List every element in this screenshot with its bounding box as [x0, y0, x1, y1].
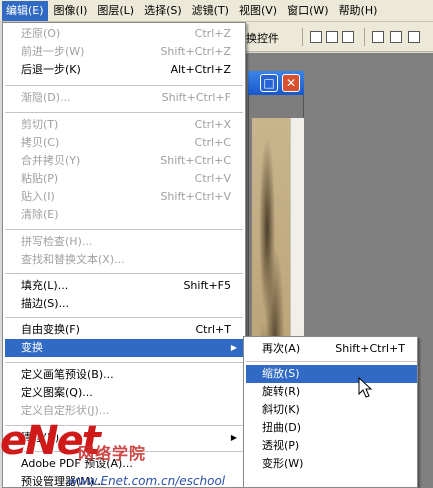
menu-item-find-replace[interactable]: 查找和替换文本(X)... [5, 251, 243, 269]
menu-item-define-brush[interactable]: 定义画笔预设(B)... [5, 366, 243, 384]
menu-separator [5, 85, 243, 86]
menu-layer[interactable]: 图层(L) [93, 1, 138, 21]
menu-filter[interactable]: 滤镜(T) [188, 1, 233, 21]
menu-item-again[interactable]: 再次(A) Shift+Ctrl+T [246, 340, 417, 358]
menu-item-rotate[interactable]: 旋转(R) [246, 383, 417, 401]
show-transform-controls-label[interactable]: 换控件 [246, 30, 279, 46]
menu-item-free-transform[interactable]: 自由变换(F) Ctrl+T [5, 321, 243, 339]
menu-item-warp[interactable]: 变形(W) [246, 455, 417, 473]
transform-submenu: 再次(A) Shift+Ctrl+T 缩放(S) 旋转(R) 斜切(K) 扭曲(D… [243, 336, 418, 488]
close-icon[interactable]: ✕ [282, 74, 300, 92]
maximize-icon[interactable]: □ [260, 74, 278, 92]
options-bar: 换控件 [240, 22, 433, 52]
align-top-icon[interactable] [310, 31, 322, 43]
menu-select[interactable]: 选择(S) [140, 1, 186, 21]
menu-item-perspective[interactable]: 透视(P) [246, 437, 417, 455]
menu-separator [5, 362, 243, 363]
submenu-arrow-icon: ▶ [230, 433, 237, 442]
menu-item-distort[interactable]: 扭曲(D) [246, 419, 417, 437]
menu-separator [246, 361, 417, 362]
menu-item-cut[interactable]: 剪切(T) Ctrl+X [5, 116, 243, 134]
menu-item-paste[interactable]: 粘贴(P) Ctrl+V [5, 170, 243, 188]
menu-item-clear[interactable]: 清除(E) [5, 206, 243, 224]
menu-item-undo[interactable]: 还原(O) Ctrl+Z [5, 25, 243, 43]
menu-item-fade[interactable]: 渐隐(D)... Shift+Ctrl+F [5, 89, 243, 107]
menu-item-define-pattern[interactable]: 定义图案(Q)... [5, 384, 243, 402]
menu-item-step-forward[interactable]: 前进一步(W) Shift+Ctrl+Z [5, 43, 243, 61]
menu-window[interactable]: 窗口(W) [283, 1, 332, 21]
menu-item-step-backward[interactable]: 后退一步(K) Alt+Ctrl+Z [5, 61, 243, 79]
align-right-icon[interactable] [408, 31, 420, 43]
menu-edit[interactable]: 编辑(E) [2, 0, 48, 21]
menu-help[interactable]: 帮助(H) [335, 1, 382, 21]
watermark-url: www.Enet.com.cn/eschool [68, 474, 226, 488]
align-vcenter-icon[interactable] [326, 31, 338, 43]
enet-logo: eNet [0, 418, 101, 464]
separator [302, 28, 303, 46]
align-hcenter-icon[interactable] [390, 31, 402, 43]
menu-item-copy[interactable]: 拷贝(C) Ctrl+C [5, 134, 243, 152]
menu-item-scale[interactable]: 缩放(S) [246, 365, 417, 383]
menu-item-paste-into[interactable]: 贴入(I) Shift+Ctrl+V [5, 188, 243, 206]
separator [364, 28, 365, 46]
menu-item-fill[interactable]: 填充(L)... Shift+F5 [5, 277, 243, 295]
mouse-cursor-icon [358, 377, 373, 398]
menu-item-check-spelling[interactable]: 拼写检查(H)... [5, 233, 243, 251]
menu-separator [5, 229, 243, 230]
menu-item-skew[interactable]: 斜切(K) [246, 401, 417, 419]
menu-image[interactable]: 图像(I) [50, 1, 92, 21]
menu-view[interactable]: 视图(V) [235, 1, 281, 21]
menu-separator [5, 273, 243, 274]
menu-bar: 编辑(E) 图像(I) 图层(L) 选择(S) 滤镜(T) 视图(V) 窗口(W… [0, 0, 433, 22]
menu-item-transform[interactable]: 变换 ▶ [5, 339, 243, 357]
menu-item-stroke[interactable]: 描边(S)... [5, 295, 243, 313]
menu-separator [5, 317, 243, 318]
align-bottom-icon[interactable] [342, 31, 354, 43]
watermark-title: 网络学院 [78, 444, 147, 463]
menu-separator [5, 112, 243, 113]
submenu-arrow-icon: ▶ [230, 343, 237, 352]
align-left-icon[interactable] [372, 31, 384, 43]
menu-item-copy-merged[interactable]: 合并拷贝(Y) Shift+Ctrl+C [5, 152, 243, 170]
